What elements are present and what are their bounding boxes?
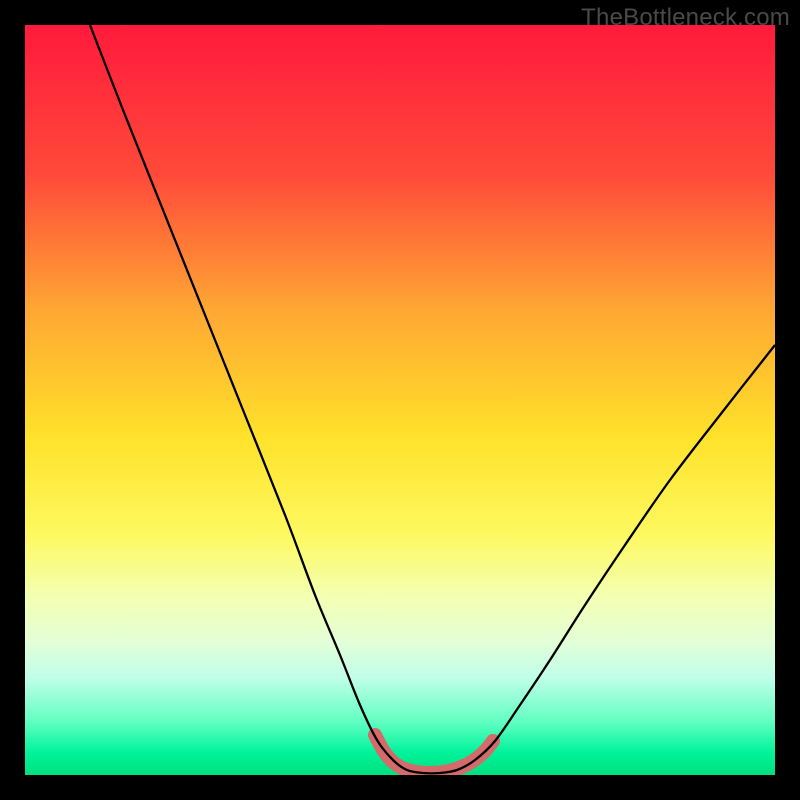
plot-area	[25, 25, 775, 775]
gradient-background	[25, 25, 775, 775]
watermark-text: TheBottleneck.com	[581, 4, 790, 32]
chart-frame: TheBottleneck.com	[0, 0, 800, 800]
chart-svg	[25, 25, 775, 775]
